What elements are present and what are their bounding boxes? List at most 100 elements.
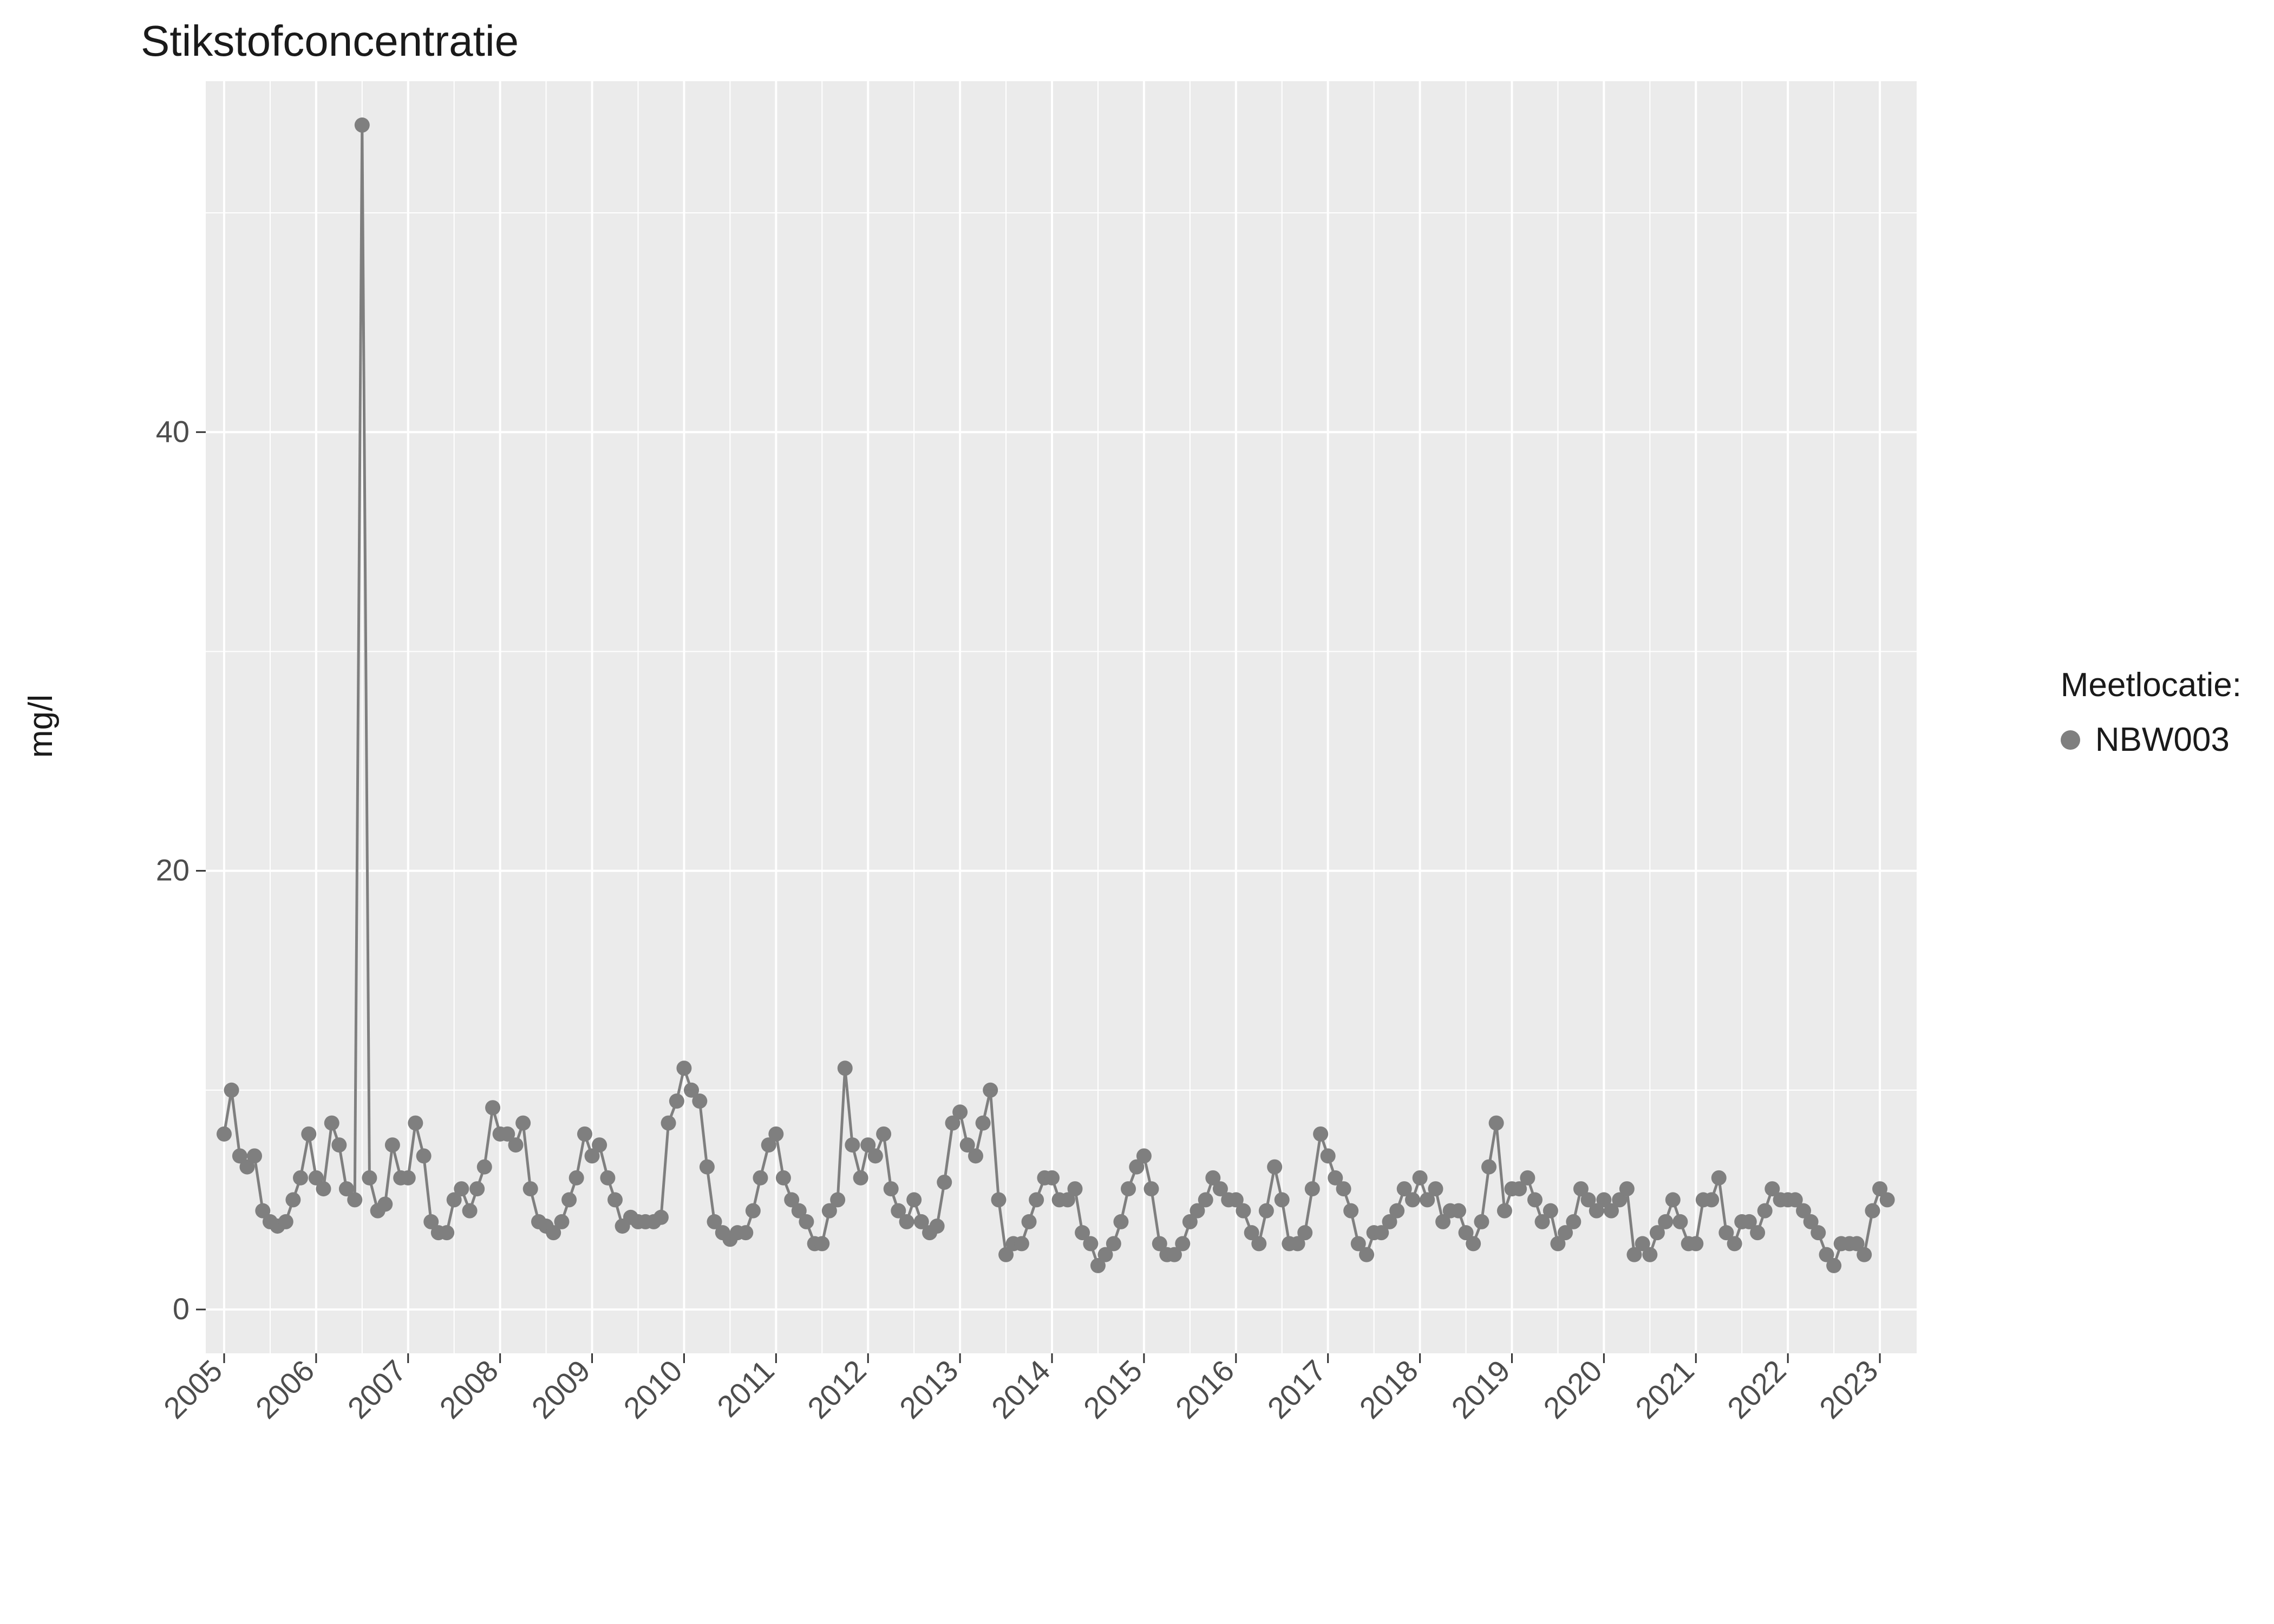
series-point (669, 1093, 684, 1109)
series-point (462, 1203, 478, 1219)
series-point (1389, 1203, 1404, 1219)
series-point (247, 1148, 262, 1163)
series-point (1029, 1192, 1044, 1207)
series-point (278, 1214, 293, 1229)
series-point (746, 1203, 761, 1219)
x-tick-label: 2016 (1169, 1353, 1241, 1425)
series-point (600, 1170, 615, 1186)
series-point (1413, 1170, 1428, 1186)
x-tick-label: 2010 (617, 1353, 689, 1425)
x-tick-label: 2023 (1813, 1353, 1885, 1425)
series-point (937, 1175, 952, 1190)
series-point (1106, 1236, 1121, 1251)
series-point (700, 1160, 715, 1175)
series-point (868, 1148, 883, 1163)
series-point (1688, 1236, 1703, 1251)
series-point (385, 1137, 400, 1152)
series-point (1305, 1181, 1320, 1196)
series-point (1405, 1192, 1420, 1207)
y-tick-label: 0 (173, 1292, 190, 1326)
series-point (1359, 1247, 1374, 1262)
legend: Meetlocatie: NBW003 (2061, 666, 2242, 759)
series-point (884, 1181, 899, 1196)
series-point (1857, 1247, 1872, 1262)
x-tick-label: 2017 (1261, 1353, 1333, 1425)
plot-svg: 0204020052006200720082009201020112012201… (141, 76, 1927, 1537)
series-point (1466, 1236, 1481, 1251)
series-point (347, 1192, 362, 1207)
series-point (1757, 1203, 1773, 1219)
series-point (577, 1127, 592, 1142)
series-point (845, 1137, 860, 1152)
series-point (1543, 1203, 1558, 1219)
x-tick-label: 2019 (1445, 1353, 1517, 1425)
series-point (991, 1192, 1006, 1207)
series-point (1811, 1225, 1826, 1240)
series-point (301, 1127, 316, 1142)
series-point (355, 117, 370, 133)
series-point (1022, 1214, 1037, 1229)
series-point (899, 1214, 914, 1229)
series-point (1067, 1181, 1082, 1196)
legend-title: Meetlocatie: (2061, 666, 2242, 704)
series-point (1143, 1181, 1159, 1196)
series-point (1711, 1170, 1727, 1186)
series-point (523, 1181, 538, 1196)
panel-bg (206, 81, 1917, 1353)
x-tick-label: 2022 (1721, 1353, 1793, 1425)
series-point (1267, 1160, 1282, 1175)
series-point (1474, 1214, 1489, 1229)
legend-series-label: NBW003 (2095, 721, 2230, 759)
series-point (968, 1148, 983, 1163)
series-point (676, 1060, 691, 1076)
series-point (1297, 1225, 1312, 1240)
series-point (753, 1170, 768, 1186)
series-point (1672, 1214, 1688, 1229)
series-point (1566, 1214, 1581, 1229)
series-point (1336, 1181, 1351, 1196)
series-point (1619, 1181, 1635, 1196)
series-point (401, 1170, 416, 1186)
series-point (515, 1116, 531, 1131)
series-point (952, 1104, 968, 1119)
series-point (1520, 1170, 1535, 1186)
x-tick-label: 2007 (341, 1353, 413, 1425)
series-point (1481, 1160, 1497, 1175)
series-point (1044, 1170, 1060, 1186)
x-tick-label: 2011 (710, 1353, 781, 1424)
series-point (285, 1192, 300, 1207)
series-point (469, 1181, 485, 1196)
series-point (1343, 1203, 1358, 1219)
y-axis-label: mg/l (22, 695, 60, 758)
series-point (362, 1170, 377, 1186)
series-point (1198, 1192, 1213, 1207)
series-point (561, 1192, 577, 1207)
series-point (1251, 1236, 1266, 1251)
series-point (439, 1225, 454, 1240)
series-point (1014, 1236, 1029, 1251)
series-point (1642, 1247, 1657, 1262)
series-point (1497, 1203, 1512, 1219)
series-point (1727, 1236, 1742, 1251)
x-tick-label: 2015 (1077, 1353, 1149, 1425)
series-point (1113, 1214, 1128, 1229)
series-point (224, 1083, 239, 1098)
series-point (1136, 1148, 1152, 1163)
series-point (776, 1170, 791, 1186)
series-point (377, 1196, 393, 1212)
x-tick-label: 2012 (801, 1353, 873, 1425)
x-tick-label: 2008 (433, 1353, 505, 1425)
series-point (1428, 1181, 1443, 1196)
series-point (906, 1192, 922, 1207)
series-point (485, 1100, 500, 1115)
series-point (316, 1181, 331, 1196)
series-point (1658, 1214, 1673, 1229)
series-point (416, 1148, 432, 1163)
x-tick-label: 2009 (525, 1353, 597, 1425)
series-point (1236, 1203, 1251, 1219)
series-point (1313, 1127, 1328, 1142)
series-point (554, 1214, 569, 1229)
series-point (976, 1116, 991, 1131)
series-point (838, 1060, 853, 1076)
y-tick-label: 20 (156, 853, 190, 887)
